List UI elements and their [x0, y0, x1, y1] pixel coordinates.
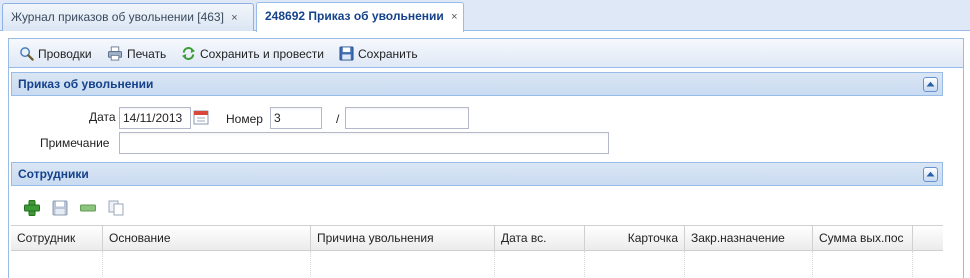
number-separator: / — [336, 112, 340, 126]
column-basis[interactable]: Основание — [103, 226, 311, 251]
employees-section-title: Сотрудники — [18, 167, 89, 181]
note-label: Примечание — [40, 136, 110, 150]
order-section-header: Приказ об увольнении — [11, 72, 943, 96]
postings-label: Проводки — [38, 47, 92, 61]
tab-label: 248692 Приказ об увольнении — [265, 9, 444, 23]
number-field[interactable]: 3 — [270, 107, 322, 129]
add-icon[interactable] — [23, 199, 41, 217]
chevron-up-icon — [926, 171, 935, 177]
document-panel: Проводки Печать Сохранить и провести Сох… — [8, 38, 964, 278]
employees-section-header: Сотрудники — [11, 162, 943, 186]
employees-toolbar — [23, 199, 133, 217]
table-cell — [813, 251, 913, 277]
column-closed-assignment[interactable]: Закр.назначение — [685, 226, 813, 251]
save-button[interactable]: Сохранить — [339, 44, 418, 64]
postings-button[interactable]: Проводки — [19, 44, 92, 64]
copy-icon[interactable] — [107, 199, 125, 217]
number-suffix-field[interactable] — [345, 107, 469, 129]
table-cell — [495, 251, 585, 277]
refresh-icon — [181, 47, 196, 60]
employees-grid-header: Сотрудник Основание Причина увольнения Д… — [11, 225, 943, 251]
table-cell — [311, 251, 495, 277]
tab-dismissal-journal[interactable]: Журнал приказов об увольнении [463] × — [2, 3, 254, 31]
column-employee[interactable]: Сотрудник — [11, 226, 103, 251]
table-cell — [11, 251, 103, 277]
save-row-icon[interactable] — [51, 199, 69, 217]
table-cell — [685, 251, 813, 277]
table-cell — [585, 251, 685, 277]
close-icon[interactable]: × — [231, 12, 237, 24]
number-label: Номер — [226, 112, 263, 126]
date-label: Дата — [89, 110, 116, 124]
collapse-employees-button[interactable] — [923, 167, 938, 182]
column-card[interactable]: Карточка — [585, 226, 685, 251]
print-label: Печать — [127, 47, 167, 61]
remove-icon[interactable] — [79, 199, 97, 217]
column-date[interactable]: Дата вс. — [495, 226, 585, 251]
collapse-order-button[interactable] — [923, 77, 938, 92]
save-and-post-button[interactable]: Сохранить и провести — [181, 44, 324, 64]
print-button[interactable]: Печать — [107, 44, 166, 64]
tab-label: Журнал приказов об увольнении [463] — [11, 10, 224, 24]
magnifier-icon — [20, 47, 34, 61]
order-section-title: Приказ об увольнении — [18, 77, 154, 91]
save-label: Сохранить — [358, 47, 418, 61]
date-field[interactable]: 14/11/2013 — [119, 107, 191, 129]
tab-dismissal-order[interactable]: 248692 Приказ об увольнении × — [256, 2, 464, 32]
floppy-disk-icon — [339, 46, 354, 61]
document-toolbar: Проводки Печать Сохранить и провести Сох… — [9, 39, 963, 68]
tab-strip: Журнал приказов об увольнении [463] × 24… — [0, 0, 970, 32]
note-field[interactable] — [119, 132, 609, 154]
save-and-post-label: Сохранить и провести — [200, 47, 324, 61]
table-cell — [103, 251, 311, 277]
table-row[interactable] — [11, 251, 943, 277]
chevron-up-icon — [926, 81, 935, 87]
close-icon[interactable]: × — [451, 11, 457, 23]
column-dismissal-reason[interactable]: Причина увольнения — [311, 226, 495, 251]
printer-icon — [107, 46, 123, 61]
calendar-icon[interactable] — [193, 109, 209, 125]
column-severance-amount[interactable]: Сумма вых.пос — [813, 226, 913, 251]
